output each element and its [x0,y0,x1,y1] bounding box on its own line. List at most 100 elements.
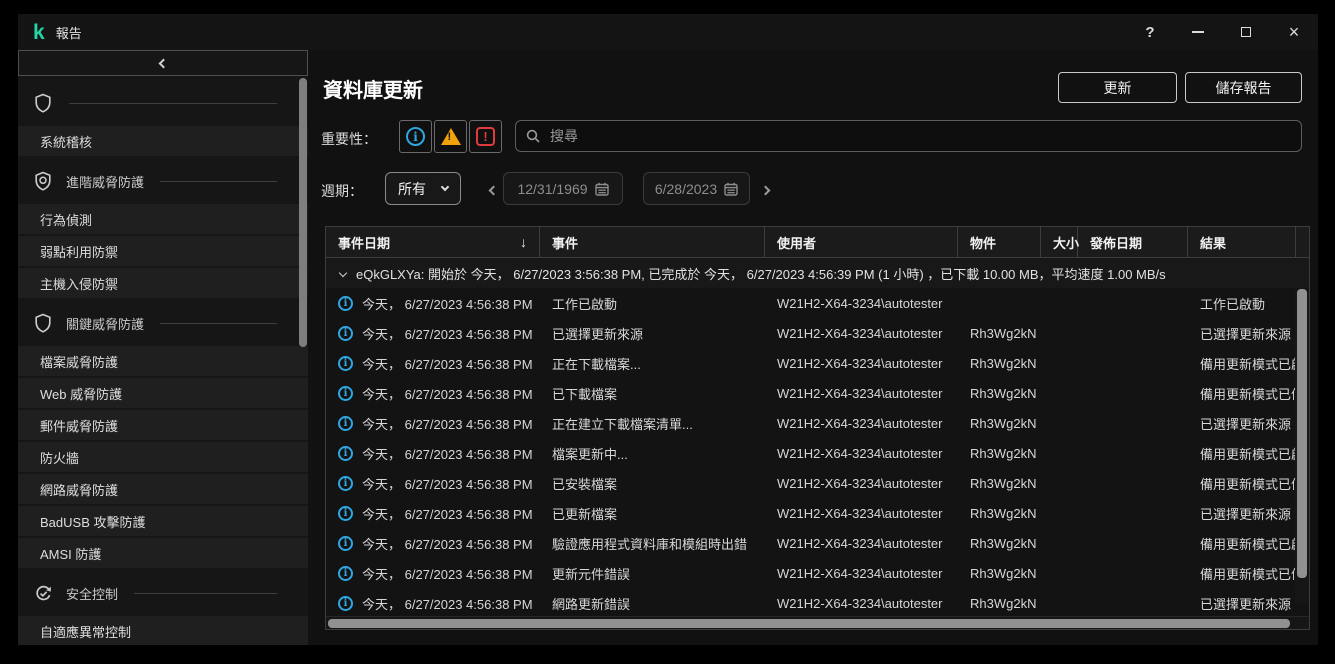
cell-user: W21H2-X64-3234\autotester [765,326,958,341]
column-header-user[interactable]: 使用者 [765,227,958,257]
column-header-size[interactable]: 大小 [1041,227,1078,257]
cell-object: Rh3Wg2kN [958,596,1041,611]
cell-user: W21H2-X64-3234\autotester [765,416,958,431]
info-icon: i [338,506,353,521]
group-row[interactable]: eQkGLXYa: 開始於 今天， 6/27/2023 3:56:38 PM, … [326,258,1309,288]
sidebar-item-label: 行為偵測 [40,210,92,229]
table-row[interactable]: i 今天， 6/27/2023 4:56:38 PM 已選擇更新來源 W21H2… [326,318,1309,348]
date-from-field[interactable]: 12/31/1969 [503,172,623,205]
table-row[interactable]: i 今天， 6/27/2023 4:56:38 PM 正在建立下載檔案清單...… [326,408,1309,438]
table-row[interactable]: i 今天， 6/27/2023 4:56:38 PM 正在下載檔案... W21… [326,348,1309,378]
cell-event-date: 今天， 6/27/2023 4:56:38 PM [362,564,533,583]
search-input[interactable] [548,127,1291,145]
sidebar-item[interactable]: 網路威脅防護 [18,474,308,504]
section-divider [160,181,277,182]
maximize-button[interactable] [1222,14,1270,50]
sidebar-collapse-button[interactable] [18,50,308,76]
table-row[interactable]: i 今天， 6/27/2023 4:56:38 PM 已更新檔案 W21H2-X… [326,498,1309,528]
table-row[interactable]: i 今天， 6/27/2023 4:56:38 PM 更新元件錯誤 W21H2-… [326,558,1309,588]
cell-event: 正在下載檔案... [540,354,765,373]
vertical-scrollbar-thumb[interactable] [1297,289,1307,578]
period-next-button[interactable] [762,181,769,199]
info-icon: i [338,566,353,581]
sidebar-item-label: 自適應異常控制 [40,622,131,641]
date-to-field[interactable]: 6/28/2023 [643,172,750,205]
sidebar-scrollbar-thumb[interactable] [299,78,307,347]
cell-event: 已下載檔案 [540,384,765,403]
sidebar-item[interactable]: BadUSB 攻擊防護 [18,506,308,536]
horizontal-scrollbar-thumb[interactable] [328,619,1290,628]
table-row[interactable]: i 今天， 6/27/2023 4:56:38 PM 網路更新錯誤 W21H2-… [326,588,1309,616]
table-row[interactable]: i 今天， 6/27/2023 4:56:38 PM 工作已啟動 W21H2-X… [326,288,1309,318]
titlebar: k 報告 ? × [18,14,1318,50]
sidebar-item-label: 防火牆 [40,448,79,467]
sidebar-item[interactable]: 行為偵測 [18,204,308,234]
window-controls: ? × [1126,14,1318,50]
info-icon: i [338,536,353,551]
table-row[interactable]: i 今天， 6/27/2023 4:56:38 PM 檔案更新中... W21H… [326,438,1309,468]
table-rows: i 今天， 6/27/2023 4:56:38 PM 工作已啟動 W21H2-X… [326,288,1309,616]
cell-event-date: 今天， 6/27/2023 4:56:38 PM [362,414,533,433]
cell-result: 已選擇更新來源 [1188,594,1296,613]
chevron-right-icon [761,186,771,196]
cell-result: 備用更新模式已停用 [1188,564,1296,583]
table-body: eQkGLXYa: 開始於 今天， 6/27/2023 3:56:38 PM, … [326,258,1309,616]
sidebar-item[interactable]: 弱點利用防禦 [18,236,308,266]
close-button[interactable]: × [1270,14,1318,50]
table-row[interactable]: i 今天， 6/27/2023 4:56:38 PM 已安裝檔案 W21H2-X… [326,468,1309,498]
group-row-summary: eQkGLXYa: 開始於 今天， 6/27/2023 3:56:38 PM, … [356,264,1166,283]
sidebar-item-label: 檔案威脅防護 [40,352,118,371]
info-icon: i [338,326,353,341]
info-icon: i [338,476,353,491]
info-icon: i [338,596,353,611]
main-panel: 資料庫更新 更新 儲存報告 重要性： i ! 週期： 所有 12/31/1969 [308,50,1318,645]
column-header-event[interactable]: 事件 [540,227,765,257]
severity-critical-button[interactable]: ! [469,120,502,153]
sidebar-item-label: 主機入侵防禦 [40,274,118,293]
column-header-object[interactable]: 物件 [958,227,1041,257]
sidebar-item[interactable]: 主機入侵防禦 [18,268,308,298]
table-row[interactable]: i 今天， 6/27/2023 4:56:38 PM 驗證應用程式資料庫和模組時… [326,528,1309,558]
column-header-release-date[interactable]: 發佈日期 [1078,227,1188,257]
column-header-result[interactable]: 結果 [1188,227,1296,257]
cell-event-date: 今天， 6/27/2023 4:56:38 PM [362,504,533,523]
severity-info-button[interactable]: i [399,120,432,153]
sidebar-section-header [18,80,308,126]
cell-event: 驗證應用程式資料庫和模組時出錯 [540,534,765,553]
sidebar-list: 系統稽核 進階威脅防護 行為偵測 弱點利用防禦 主機入侵防禦 關鍵威脅防護 檔案… [18,76,308,645]
sidebar-item[interactable]: 防火牆 [18,442,308,472]
window-title: 報告 [56,23,82,42]
cell-user: W21H2-X64-3234\autotester [765,476,958,491]
save-report-button[interactable]: 儲存報告 [1185,72,1302,103]
cell-result: 已選擇更新來源 [1188,414,1296,433]
severity-warning-button[interactable] [434,120,467,153]
period-prev-button[interactable] [490,181,497,199]
cell-event: 工作已啟動 [540,294,765,313]
page-title: 資料庫更新 [323,74,423,103]
info-icon: i [406,127,425,146]
cell-event: 已安裝檔案 [540,474,765,493]
cell-object: Rh3Wg2kN [958,536,1041,551]
sidebar-item[interactable]: 郵件威脅防護 [18,410,308,440]
sidebar-item[interactable]: 系統稽核 [18,126,308,156]
period-dropdown[interactable]: 所有 [385,172,461,205]
sidebar-item-label: 網路威脅防護 [40,480,118,499]
calendar-icon [724,182,738,196]
help-button[interactable]: ? [1126,14,1174,50]
sidebar-item[interactable]: 自適應異常控制 [18,616,308,645]
sidebar-item[interactable]: 檔案威脅防護 [18,346,308,376]
update-button[interactable]: 更新 [1058,72,1177,103]
maximize-icon [1241,27,1251,37]
sidebar-item[interactable]: AMSI 防護 [18,538,308,568]
cell-object: Rh3Wg2kN [958,476,1041,491]
search-icon [526,129,540,143]
cell-user: W21H2-X64-3234\autotester [765,506,958,521]
minimize-button[interactable] [1174,14,1222,50]
table-row[interactable]: i 今天， 6/27/2023 4:56:38 PM 已下載檔案 W21H2-X… [326,378,1309,408]
column-header-event-date[interactable]: 事件日期 ↓ [326,227,540,257]
date-from-value: 12/31/1969 [517,181,587,197]
sidebar-item[interactable]: Web 威脅防護 [18,378,308,408]
importance-label: 重要性： [321,129,377,149]
kaspersky-logo-icon: k [33,22,45,43]
cell-result: 備用更新模式已啟用 [1188,444,1296,463]
